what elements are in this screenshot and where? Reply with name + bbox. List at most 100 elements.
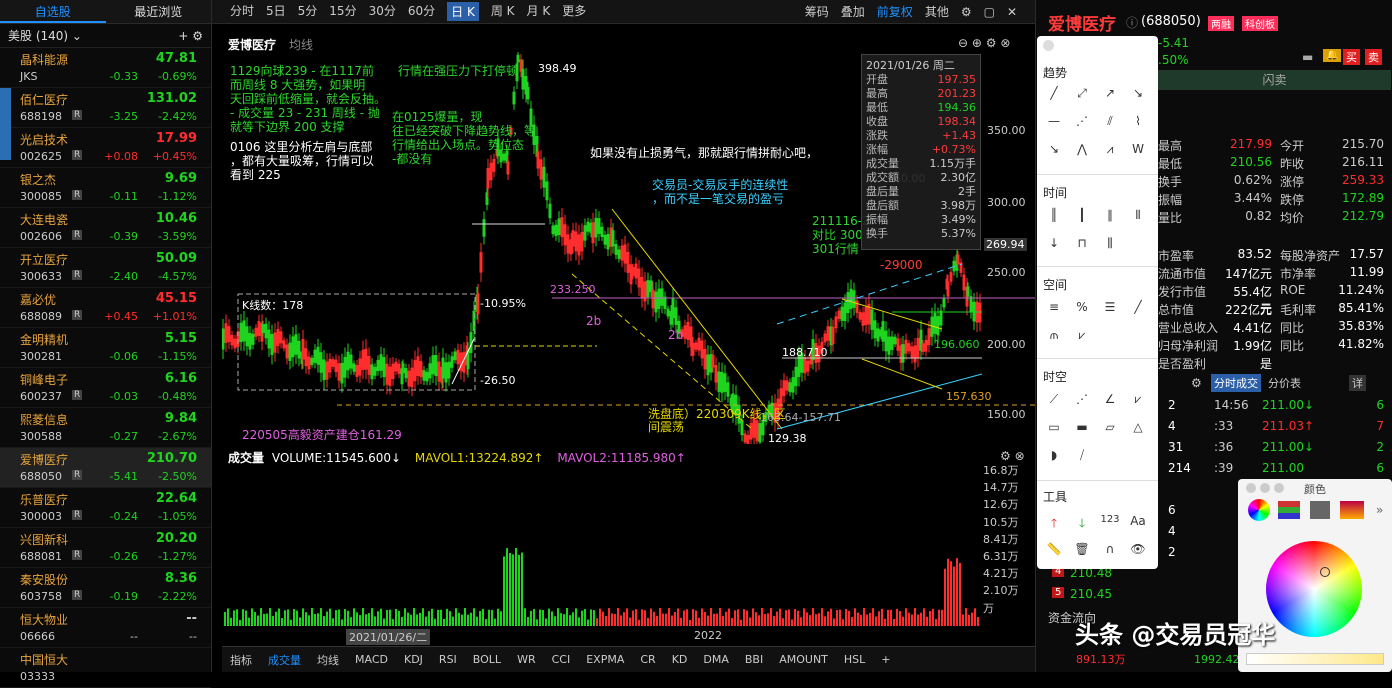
sell-button[interactable]: 卖 <box>1365 49 1382 65</box>
pitchfork-icon[interactable]: ⫙ <box>1043 328 1065 343</box>
indicator-tab[interactable]: 均线 <box>317 652 339 668</box>
minimize-dot-icon[interactable] <box>1260 483 1270 493</box>
adjust-button[interactable]: 前复权 <box>877 3 913 20</box>
watchlist-row[interactable]: 恒大物业 -- 06666 -- -- <box>0 608 211 648</box>
line-segment-icon[interactable]: ╱ <box>1043 86 1065 100</box>
detail-button[interactable]: 详 <box>1349 375 1366 391</box>
indicator-tab[interactable]: BBI <box>745 653 763 666</box>
indicator-tab[interactable]: CCI <box>552 653 571 666</box>
rectangle-icon[interactable]: ▭ <box>1043 420 1065 434</box>
percent-lines-icon[interactable]: % <box>1071 300 1093 314</box>
trash-icon[interactable]: 🗑 <box>1071 542 1093 556</box>
overlay-button[interactable]: 叠加 <box>841 3 865 20</box>
period-3[interactable]: 15分 <box>329 2 356 21</box>
color-wheel[interactable] <box>1266 541 1362 637</box>
parallel-lines-icon[interactable]: ╱ <box>1127 300 1149 314</box>
watchlist-row[interactable]: 开立医疗 50.09 300633 R -2.40 -4.57% <box>0 248 211 288</box>
down-arrow-line-icon[interactable]: ↓ <box>1043 236 1065 250</box>
watchlist-row[interactable]: 乐普医疗 22.64 300003 R -0.24 -1.05% <box>0 488 211 528</box>
measure-time-icon[interactable]: ⊓ <box>1071 236 1093 250</box>
group-selector[interactable]: 美股 (140) ⌄ <box>8 27 82 44</box>
watchlist-row[interactable]: 兴图新科 20.20 688081 R -0.26 -1.27% <box>0 528 211 568</box>
gear-icon[interactable]: ⚙ <box>1191 376 1202 390</box>
indicator-tab[interactable]: 成交量 <box>268 652 301 668</box>
indicator-tab[interactable]: 指标 <box>230 652 252 668</box>
tab-watchlist[interactable]: 自选股 <box>0 0 106 23</box>
speed-fan-icon[interactable]: ⋰ <box>1071 392 1093 406</box>
magnet-icon[interactable]: ∩ <box>1099 542 1121 556</box>
fib-time-icon[interactable]: ┃ <box>1071 208 1093 222</box>
wave-b-icon[interactable]: ⩘ <box>1099 142 1121 157</box>
period-1[interactable]: 5日 <box>266 2 286 21</box>
zigzag-space-icon[interactable]: ⩗ <box>1071 328 1093 343</box>
add-icon[interactable]: + <box>178 29 188 43</box>
watchlist-row[interactable]: 银之杰 9.69 300085 R -0.11 -1.12% <box>0 168 211 208</box>
settings-icon[interactable]: ⚙ <box>1000 449 1011 463</box>
buy-button[interactable]: 买 <box>1343 49 1360 65</box>
ray-icon[interactable]: ⤢ <box>1071 86 1093 101</box>
watchlist-row[interactable]: 佰仁医疗 131.02 688198 R -3.25 -2.42% <box>0 88 211 128</box>
indicator-tab[interactable]: HSL <box>844 653 865 666</box>
parallelogram-icon[interactable]: ▱ <box>1099 420 1121 434</box>
watchlist-row[interactable]: 大连电瓷 10.46 002606 R -0.39 -3.59% <box>0 208 211 248</box>
indicator-tab[interactable]: BOLL <box>473 653 501 666</box>
minus-button[interactable]: ▬ <box>1302 50 1313 64</box>
zoom-dot-icon[interactable] <box>1274 483 1284 493</box>
alert-icon[interactable]: 🔔 <box>1323 49 1342 62</box>
period-7[interactable]: 周 K <box>491 2 515 21</box>
indicator-tab[interactable]: DMA <box>703 653 729 666</box>
dashed-cycle-icon[interactable]: ⫴ <box>1127 208 1149 223</box>
number-icon[interactable]: 123 <box>1099 514 1121 525</box>
arrow-line-icon[interactable]: ↗ <box>1099 86 1121 100</box>
channel-icon[interactable]: ⋰ <box>1071 114 1093 128</box>
angle-line-icon[interactable]: ∠ <box>1099 392 1121 406</box>
tab-recent[interactable]: 最近浏览 <box>106 0 212 23</box>
wave-w-icon[interactable]: W <box>1127 142 1149 156</box>
triangle-icon[interactable]: △ <box>1127 420 1149 434</box>
period-2[interactable]: 5分 <box>298 2 318 21</box>
fan-lines-icon[interactable]: ⟋ <box>1043 392 1065 407</box>
close-dot-icon[interactable] <box>1246 483 1256 493</box>
watchlist-row[interactable]: 光启技术 17.99 002625 R +0.08 +0.45% <box>0 128 211 168</box>
color-wheel-icon[interactable] <box>1248 499 1270 521</box>
color-cursor[interactable] <box>1320 567 1330 577</box>
gear-icon[interactable]: ⚙ <box>961 5 972 19</box>
period-8[interactable]: 月 K <box>527 2 551 21</box>
close-icon[interactable]: ✕ <box>1007 5 1017 19</box>
horizontal-line-icon[interactable]: — <box>1043 114 1065 128</box>
indicator-tab[interactable]: MACD <box>355 653 388 666</box>
wave-a-icon[interactable]: ⋀ <box>1071 142 1093 156</box>
period-9[interactable]: 更多 <box>562 2 586 21</box>
time-cycle-icon[interactable]: ∥ <box>1099 208 1121 222</box>
window-icon[interactable]: ▢ <box>984 5 995 19</box>
indicator-tab[interactable]: EXPMA <box>586 653 624 666</box>
chips-button[interactable]: 筹码 <box>805 3 829 20</box>
image-icon[interactable] <box>1340 501 1364 519</box>
indicator-tab[interactable]: WR <box>517 653 536 666</box>
gear-icon[interactable]: ⚙ <box>192 29 203 43</box>
indicator-tab[interactable]: KDJ <box>404 653 423 666</box>
extended-line-icon[interactable]: ↘ <box>1127 86 1149 100</box>
watchlist-row[interactable]: 金明精机 5.15 300281 -0.06 -1.15% <box>0 328 211 368</box>
indicator-tab[interactable]: KD <box>672 653 688 666</box>
other-button[interactable]: 其他 <box>925 3 949 20</box>
watchlist-row[interactable]: 铜峰电子 6.16 600237 R -0.03 -0.48% <box>0 368 211 408</box>
period-4[interactable]: 30分 <box>369 2 396 21</box>
rect-box-icon[interactable]: ▬ <box>1071 420 1093 434</box>
palette-icon[interactable] <box>1310 501 1330 519</box>
period-6[interactable]: 日 K <box>447 2 479 21</box>
ruler-icon[interactable]: 📏 <box>1043 542 1065 556</box>
spiral-icon[interactable]: ⧸ <box>1071 448 1093 463</box>
flash-sell-button[interactable]: 闪卖 <box>1158 70 1391 90</box>
add-icon[interactable]: + <box>881 653 890 666</box>
close-icon[interactable]: ⊗ <box>1015 449 1025 463</box>
brightness-slider[interactable] <box>1246 653 1384 665</box>
eye-icon[interactable]: 👁 <box>1127 542 1149 556</box>
polyline-icon[interactable]: ⌇ <box>1127 114 1149 128</box>
period-lines-icon[interactable]: ║ <box>1043 208 1065 222</box>
close-dot-icon[interactable] <box>1043 40 1054 51</box>
down-arrow-icon[interactable]: 🡓 <box>1071 514 1093 535</box>
indicator-tab[interactable]: AMOUNT <box>779 653 828 666</box>
watchlist-row[interactable]: 熙菱信息 9.84 300588 -0.27 -2.67% <box>0 408 211 448</box>
period-0[interactable]: 分时 <box>230 2 254 21</box>
